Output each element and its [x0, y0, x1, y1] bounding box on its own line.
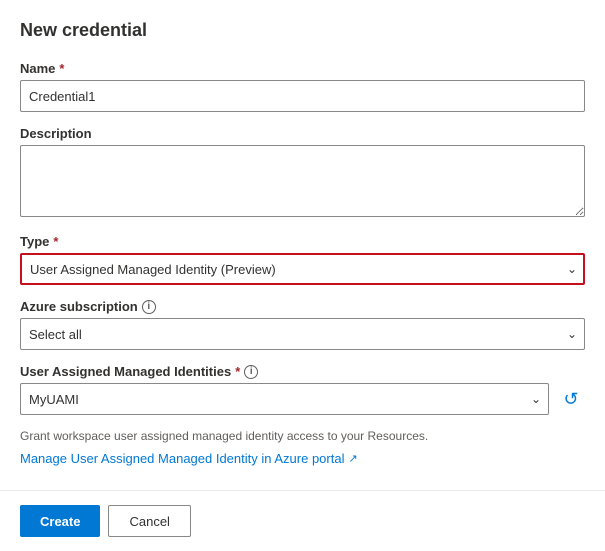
name-required-marker: * — [59, 61, 64, 76]
type-required-marker: * — [53, 234, 58, 249]
description-field-group: Description — [20, 126, 585, 220]
uami-select[interactable]: MyUAMI — [20, 383, 549, 415]
description-input[interactable] — [20, 145, 585, 217]
uami-field-group: User Assigned Managed Identities * i MyU… — [20, 364, 585, 415]
external-link-icon: ↗ — [348, 452, 357, 465]
type-field-group: Type * User Assigned Managed Identity (P… — [20, 234, 585, 285]
azure-subscription-field-group: Azure subscription i Select all ⌄ — [20, 299, 585, 350]
description-label: Description — [20, 126, 585, 141]
page-title: New credential — [20, 20, 585, 41]
page-container: New credential Name * Description Type *… — [0, 0, 605, 466]
create-button[interactable]: Create — [20, 505, 100, 537]
uami-label: User Assigned Managed Identities * i — [20, 364, 585, 379]
helper-text: Grant workspace user assigned managed id… — [20, 429, 585, 443]
uami-select-row: MyUAMI ⌄ ↺ — [20, 383, 585, 415]
refresh-icon: ↺ — [563, 389, 578, 410]
name-input[interactable] — [20, 80, 585, 112]
manage-uami-link-text: Manage User Assigned Managed Identity in… — [20, 451, 344, 466]
uami-refresh-button[interactable]: ↺ — [557, 385, 585, 413]
uami-required-marker: * — [235, 364, 240, 379]
type-select-wrapper: User Assigned Managed Identity (Preview)… — [20, 253, 585, 285]
uami-select-wrapper: MyUAMI ⌄ — [20, 383, 549, 415]
name-field-group: Name * — [20, 61, 585, 112]
form-footer: Create Cancel — [0, 490, 605, 551]
azure-subscription-select-wrapper: Select all ⌄ — [20, 318, 585, 350]
uami-info-icon[interactable]: i — [244, 365, 258, 379]
azure-subscription-select[interactable]: Select all — [20, 318, 585, 350]
name-label: Name * — [20, 61, 585, 76]
azure-subscription-info-icon[interactable]: i — [142, 300, 156, 314]
manage-uami-link[interactable]: Manage User Assigned Managed Identity in… — [20, 451, 358, 466]
azure-subscription-label: Azure subscription i — [20, 299, 585, 314]
type-label: Type * — [20, 234, 585, 249]
cancel-button[interactable]: Cancel — [108, 505, 190, 537]
type-select[interactable]: User Assigned Managed Identity (Preview) — [20, 253, 585, 285]
